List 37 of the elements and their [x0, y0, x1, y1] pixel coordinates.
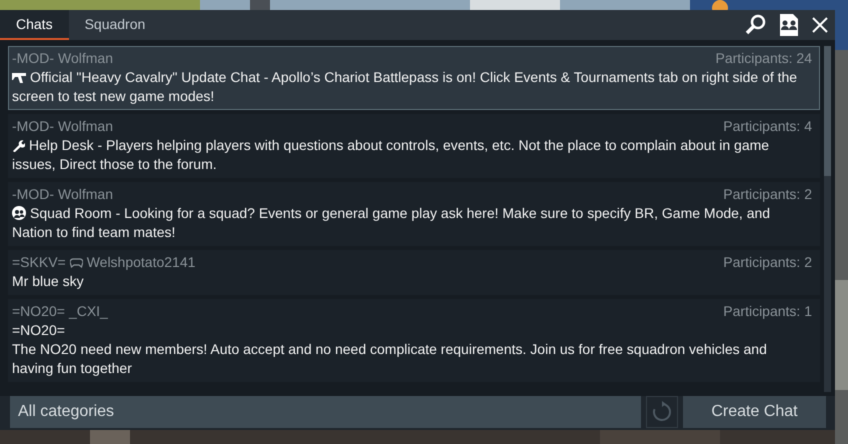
tab[interactable]: Squadron	[68, 10, 162, 40]
participant-count: Participants: 2	[723, 185, 812, 204]
squad-icon	[12, 206, 26, 220]
chat-description: Mr blue sky	[12, 272, 85, 291]
squadron-tag: =SKKV=	[12, 253, 66, 272]
close-icon[interactable]	[810, 15, 830, 35]
owner-name: Welshpotato2141	[86, 253, 196, 272]
contacts-icon[interactable]	[778, 13, 800, 37]
chat-description: Help Desk - Players helping players with questions about controls, events, etc. Not the place to complain about in game issues, Direct those to the forum.	[12, 136, 770, 174]
create-chat-button[interactable]: Create Chat	[683, 396, 826, 428]
participant-count: Participants: 4	[723, 117, 812, 136]
owner-name: Wolfman	[58, 49, 113, 68]
tab[interactable]: Chats	[0, 10, 69, 40]
chat-room-row[interactable]: -MOD- Wolfman Participants: 24 Official "Heavy Cavalry" Update Chat - Apollo’s Chariot Battlepass is on! Click Events & Tournaments tab on right side of the screen to test new game modes!	[8, 46, 820, 110]
chat-description: =NO20= The NO20 need new members! Auto accept and no need complicate requirements. Join us for free squadron vehicles and having fun together	[12, 321, 768, 378]
chat-description: Official "Heavy Cavalry" Update Chat - Apollo’s Chariot Battlepass is on! Click Events & Tournaments tab on right side of the screen to test new game modes!	[12, 68, 798, 106]
owner-name: _CXI_	[68, 302, 108, 321]
cannon-icon	[12, 71, 26, 84]
chat-description: Squad Room - Looking for a squad? Events or general game play ask here! Make sure to specify BR, Game Mode, and Nation to find team mates!	[12, 204, 772, 242]
chat-room-row[interactable]: -MOD- Wolfman Participants: 4 Help Desk - Players helping players with questions about controls, events, etc. Not the place to complain about in game issues, Direct those to the forum.	[8, 114, 820, 178]
owner-name: Wolfman	[58, 117, 113, 136]
owner-name: Wolfman	[58, 185, 113, 204]
participant-count: Participants: 2	[723, 253, 812, 272]
squadron-tag: -MOD-	[12, 49, 54, 68]
chat-room-row[interactable]: -MOD- Wolfman Participants: 2 Squad Room - Looking for a squad? Events or general game play ask here! Make sure to specify BR, Game Mode, and Nation to find team mates!	[8, 182, 820, 246]
refresh-icon	[651, 401, 673, 423]
chat-room-row[interactable]: =SKKV= Welshpotato2141 Participants: 2 Mr blue sky	[8, 250, 820, 295]
squadron-tag: =NO20=	[12, 302, 65, 321]
participant-count: Participants: 1	[723, 302, 812, 321]
category-dropdown[interactable]: All categories	[10, 396, 641, 428]
scrollbar[interactable]	[824, 46, 831, 392]
participant-count: Participants: 24	[716, 49, 812, 68]
search-icon[interactable]	[744, 13, 768, 37]
chat-room-row[interactable]: =NO20= _CXI_ Participants: 1 =NO20= The NO20 need new members! Auto accept and no need complicate requirements. Join us for free squadron vehicles and having fun together	[8, 299, 820, 382]
squadron-tag: -MOD-	[12, 185, 54, 204]
squadron-tag: -MOD-	[12, 117, 54, 136]
wrench-icon	[12, 139, 25, 152]
